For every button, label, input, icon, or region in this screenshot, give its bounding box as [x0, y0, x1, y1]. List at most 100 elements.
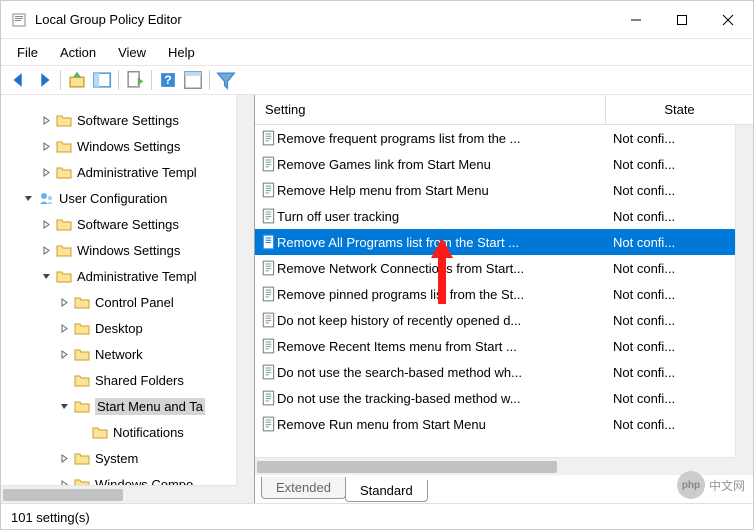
content-pane: Setting State Remove frequent programs l… — [255, 95, 753, 503]
expand-icon[interactable] — [19, 194, 37, 203]
grid-row[interactable]: Do not use the tracking-based method w..… — [255, 385, 753, 411]
menu-action[interactable]: Action — [50, 42, 106, 63]
tab-extended[interactable]: Extended — [261, 477, 346, 499]
show-hide-tree-button[interactable] — [90, 68, 114, 92]
tree-item-label: User Configuration — [59, 191, 167, 206]
expand-icon[interactable] — [37, 246, 55, 255]
watermark-logo: php — [677, 471, 705, 499]
grid-row[interactable]: Remove Games link from Start MenuNot con… — [255, 151, 753, 177]
state-cell: Not confi... — [605, 287, 753, 302]
folder-icon — [73, 345, 91, 363]
expand-icon[interactable] — [55, 298, 73, 307]
tree-item-label: Administrative Templ — [77, 269, 197, 284]
export-button[interactable] — [123, 68, 147, 92]
grid-row[interactable]: Remove frequent programs list from the .… — [255, 125, 753, 151]
state-cell: Not confi... — [605, 417, 753, 432]
grid-row[interactable]: Remove Run menu from Start MenuNot confi… — [255, 411, 753, 437]
state-cell: Not confi... — [605, 131, 753, 146]
state-cell: Not confi... — [605, 157, 753, 172]
help-button[interactable]: ? — [156, 68, 180, 92]
grid-row[interactable]: Remove Help menu from Start MenuNot conf… — [255, 177, 753, 203]
tree-item-label: Windows Settings — [77, 243, 180, 258]
expand-icon[interactable] — [37, 142, 55, 151]
toolbar-sep — [151, 70, 152, 90]
folder-icon — [55, 111, 73, 129]
tree-item[interactable]: System — [1, 445, 254, 471]
tree-item[interactable]: Desktop — [1, 315, 254, 341]
properties-button[interactable] — [181, 68, 205, 92]
tab-standard[interactable]: Standard — [345, 480, 428, 502]
tree-scrollbar-vertical[interactable] — [236, 95, 254, 485]
filter-button[interactable] — [214, 68, 238, 92]
content-scrollbar-horizontal[interactable] — [255, 457, 735, 475]
tree-item[interactable]: Software Settings — [1, 211, 254, 237]
tree-item[interactable]: Windows Settings — [1, 133, 254, 159]
grid-row[interactable]: Remove Recent Items menu from Start ...N… — [255, 333, 753, 359]
expand-icon[interactable] — [55, 454, 73, 463]
tree-item[interactable]: Administrative Templ — [1, 159, 254, 185]
setting-cell: Remove Run menu from Start Menu — [277, 417, 605, 432]
tree-item[interactable]: Windows Settings — [1, 237, 254, 263]
column-header-state[interactable]: State — [605, 95, 753, 124]
tree-item-label: System — [95, 451, 138, 466]
content-scrollbar-vertical[interactable] — [735, 125, 753, 457]
tree-item[interactable]: Control Panel — [1, 289, 254, 315]
policy-icon — [255, 312, 277, 328]
policy-icon — [255, 364, 277, 380]
watermark: php 中文网 — [677, 471, 745, 499]
expand-icon[interactable] — [37, 168, 55, 177]
expand-icon[interactable] — [55, 402, 73, 411]
forward-button[interactable] — [32, 68, 56, 92]
folder-icon — [73, 449, 91, 467]
grid-body[interactable]: Remove frequent programs list from the .… — [255, 125, 753, 475]
menu-help[interactable]: Help — [158, 42, 205, 63]
grid-row[interactable]: Remove pinned programs list from the St.… — [255, 281, 753, 307]
policy-icon — [255, 338, 277, 354]
tree-item[interactable]: Administrative Templ — [1, 263, 254, 289]
folder-icon — [73, 319, 91, 337]
setting-cell: Remove pinned programs list from the St.… — [277, 287, 605, 302]
expand-icon[interactable] — [55, 324, 73, 333]
tree-item[interactable]: Software Settings — [1, 107, 254, 133]
tree-pane[interactable]: Software Settings Windows Settings Adminis… — [1, 95, 255, 503]
back-button[interactable] — [7, 68, 31, 92]
statusbar: 101 setting(s) — [1, 503, 753, 531]
grid-row[interactable]: Remove Network Connections from Start...… — [255, 255, 753, 281]
maximize-button[interactable] — [659, 4, 705, 36]
minimize-button[interactable] — [613, 4, 659, 36]
tree-item[interactable]: Shared Folders — [1, 367, 254, 393]
folder-icon — [73, 397, 91, 415]
column-header-setting[interactable]: Setting — [255, 102, 605, 117]
state-cell: Not confi... — [605, 183, 753, 198]
tree-item-label: Start Menu and Ta — [95, 398, 205, 415]
tree-item[interactable]: Notifications — [1, 419, 254, 445]
tree-item[interactable]: User Configuration — [1, 185, 254, 211]
tree-scrollbar-horizontal[interactable] — [1, 485, 236, 503]
tree-item[interactable]: Network — [1, 341, 254, 367]
close-button[interactable] — [705, 4, 751, 36]
policy-icon — [255, 208, 277, 224]
state-cell: Not confi... — [605, 313, 753, 328]
expand-icon[interactable] — [55, 350, 73, 359]
setting-cell: Remove Network Connections from Start... — [277, 261, 605, 276]
grid-row[interactable]: Turn off user trackingNot confi... — [255, 203, 753, 229]
main-area: Software Settings Windows Settings Adminis… — [1, 95, 753, 503]
user-config-icon — [37, 189, 55, 207]
folder-icon — [55, 137, 73, 155]
folder-icon — [55, 163, 73, 181]
state-cell: Not confi... — [605, 209, 753, 224]
expand-icon[interactable] — [37, 220, 55, 229]
grid-row[interactable]: Remove All Programs list from the Start … — [255, 229, 753, 255]
expand-icon[interactable] — [37, 116, 55, 125]
expand-icon[interactable] — [37, 272, 55, 281]
grid-row[interactable]: Do not use the search-based method wh...… — [255, 359, 753, 385]
tree-item-label: Shared Folders — [95, 373, 184, 388]
app-icon — [11, 12, 27, 28]
tree-item[interactable]: Start Menu and Ta — [1, 393, 254, 419]
up-button[interactable] — [65, 68, 89, 92]
grid-row[interactable]: Do not keep history of recently opened d… — [255, 307, 753, 333]
tree-item-label: Windows Settings — [77, 139, 180, 154]
menu-view[interactable]: View — [108, 42, 156, 63]
policy-icon — [255, 286, 277, 302]
menu-file[interactable]: File — [7, 42, 48, 63]
